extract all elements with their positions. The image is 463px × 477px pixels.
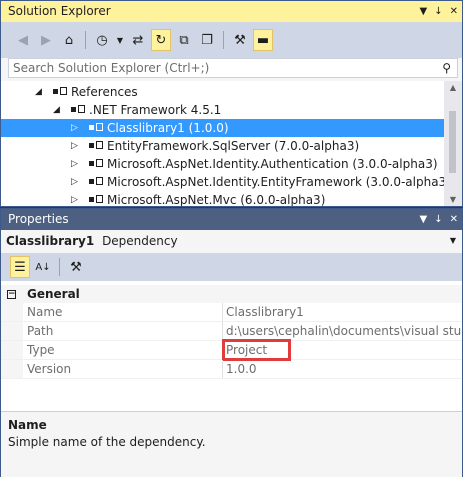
property-name: Path: [27, 324, 54, 338]
tree-item-label: Microsoft.AspNet.Mvc (6.0.0-alpha3): [107, 193, 326, 206]
tree-item[interactable]: ▷ EntityFramework.SqlServer (7.0.0-alpha3…: [1, 137, 444, 155]
collapse-icon[interactable]: −: [7, 290, 16, 299]
alphabetical-sort-icon[interactable]: A↓: [33, 256, 53, 278]
solution-explorer-title: Solution Explorer: [8, 4, 111, 18]
toolbar-separator: [85, 31, 86, 49]
pin-icon[interactable]: ↓: [434, 1, 442, 22]
category-header[interactable]: − General: [1, 285, 462, 303]
property-row[interactable]: Type Project: [1, 339, 462, 361]
reference-icon: [89, 177, 104, 187]
object-selector[interactable]: Classlibrary1 Dependency ▼: [1, 230, 462, 253]
scrollbar-thumb[interactable]: [449, 111, 456, 173]
forward-icon[interactable]: ▶: [36, 29, 56, 51]
show-all-files-icon[interactable]: ❐: [197, 29, 217, 51]
row-gutter: [1, 341, 23, 359]
scroll-down-icon[interactable]: ▼: [444, 195, 462, 204]
description-panel: Name Simple name of the dependency.: [1, 411, 462, 477]
row-gutter: [1, 303, 23, 321]
expander-icon[interactable]: ◢: [35, 83, 42, 101]
expander-icon[interactable]: ▷: [71, 191, 78, 206]
properties-title: Properties: [8, 212, 69, 226]
sync-with-active-document-icon[interactable]: ⇄: [128, 29, 148, 51]
expander-icon[interactable]: ▷: [71, 119, 78, 137]
tree-item[interactable]: ◢ .NET Framework 4.5.1: [1, 101, 444, 119]
close-icon[interactable]: ✕: [450, 209, 458, 230]
properties-titlebar[interactable]: Properties ▼ ↓ ✕: [1, 209, 462, 230]
preview-selected-items-icon[interactable]: ▬: [253, 29, 273, 51]
search-icon[interactable]: ⚲: [442, 59, 451, 77]
property-pages-wrench-icon[interactable]: ⚒: [66, 256, 86, 278]
solution-tree: ◢ References ◢ .NET Framework 4.5.1 ▷ Classli…: [1, 81, 444, 206]
tree-item-label: Microsoft.AspNet.Identity.Authentication…: [107, 157, 438, 171]
row-gutter: [1, 322, 23, 340]
reference-icon: [89, 159, 104, 169]
tree-item-label: EntityFramework.SqlServer (7.0.0-alpha3): [107, 139, 360, 153]
category-label: General: [27, 287, 80, 301]
expander-icon[interactable]: ▷: [71, 173, 78, 191]
scroll-up-icon[interactable]: ▲: [444, 83, 462, 92]
chevron-down-icon[interactable]: ▼: [115, 29, 125, 51]
property-value[interactable]: d:\users\cephalin\documents\visual studi…: [222, 322, 462, 340]
reference-icon: [71, 105, 86, 115]
expander-icon[interactable]: ▷: [71, 155, 78, 173]
property-value[interactable]: Classlibrary1: [222, 303, 462, 321]
row-gutter: [1, 360, 23, 378]
tree-item[interactable]: ▷ Microsoft.AspNet.Identity.EntityFramewo…: [1, 173, 444, 191]
description-title: Name: [8, 418, 47, 432]
property-grid: − General Name Classlibrary1 Path d:\use…: [1, 281, 462, 419]
expander-icon[interactable]: ◢: [53, 101, 60, 119]
tree-item[interactable]: ▷ Classlibrary1 (1.0.0): [1, 119, 444, 137]
property-name: Type: [27, 343, 55, 357]
reference-icon: [89, 123, 104, 133]
categorized-icon[interactable]: ☰: [10, 256, 30, 278]
home-icon[interactable]: ⌂: [59, 29, 79, 51]
properties-wrench-icon[interactable]: ⚒: [230, 29, 250, 51]
tree-item-label: Microsoft.AspNet.Identity.EntityFramewor…: [107, 175, 444, 189]
window-menu-icon[interactable]: ▼: [420, 1, 428, 22]
toolbar-separator: [223, 31, 224, 49]
properties-toolbar: ☰ A↓ ⚒: [1, 253, 462, 281]
solution-explorer-toolbar: ◀ ▶ ⌂ ◷ ▼ ⇄ ↻ ⧉ ❐ ⚒ ▬: [1, 22, 462, 58]
property-row[interactable]: Name Classlibrary1: [1, 303, 462, 322]
tree-item[interactable]: ▷ Microsoft.AspNet.Mvc (6.0.0-alpha3): [1, 191, 444, 206]
chevron-down-icon[interactable]: ▼: [450, 230, 456, 252]
property-value[interactable]: 1.0.0: [222, 360, 462, 378]
tree-item[interactable]: ▷ Microsoft.AspNet.Identity.Authenticatio…: [1, 155, 444, 173]
reference-icon: [89, 195, 104, 205]
collapse-all-icon[interactable]: ⧉: [174, 29, 194, 51]
highlight-box: [222, 339, 291, 361]
refresh-icon[interactable]: ↻: [151, 29, 171, 51]
tree-item-label: .NET Framework 4.5.1: [89, 103, 222, 117]
reference-icon: [53, 87, 68, 97]
tree-item[interactable]: ◢ References: [1, 83, 444, 101]
pending-changes-filter-icon[interactable]: ◷: [92, 29, 112, 51]
search-placeholder: Search Solution Explorer (Ctrl+;): [13, 61, 210, 75]
tree-item-label: References: [71, 85, 138, 99]
solution-explorer-pane: Solution Explorer ▼ ↓ ✕ ◀ ▶ ⌂ ◷ ▼ ⇄ ↻ ⧉ …: [0, 0, 463, 207]
object-name: Classlibrary1: [6, 234, 95, 248]
solution-explorer-titlebar[interactable]: Solution Explorer ▼ ↓ ✕: [1, 1, 462, 22]
close-icon[interactable]: ✕: [450, 1, 458, 22]
reference-icon: [89, 141, 104, 151]
expander-icon[interactable]: ▷: [71, 137, 78, 155]
toolbar-separator: [59, 258, 60, 276]
description-text: Simple name of the dependency.: [8, 435, 206, 449]
window-menu-icon[interactable]: ▼: [420, 209, 428, 230]
tree-scrollbar[interactable]: ▲ ▼: [444, 81, 462, 206]
back-icon[interactable]: ◀: [13, 29, 33, 51]
object-type: Dependency: [102, 234, 178, 248]
properties-pane: Properties ▼ ↓ ✕ Classlibrary1 Dependenc…: [0, 208, 463, 477]
pin-icon[interactable]: ↓: [434, 209, 442, 230]
property-name: Name: [27, 305, 63, 319]
property-name: Version: [27, 362, 72, 376]
tree-item-label: Classlibrary1 (1.0.0): [107, 121, 229, 135]
search-input[interactable]: Search Solution Explorer (Ctrl+;) ⚲: [8, 58, 458, 78]
property-row[interactable]: Version 1.0.0: [1, 360, 462, 379]
